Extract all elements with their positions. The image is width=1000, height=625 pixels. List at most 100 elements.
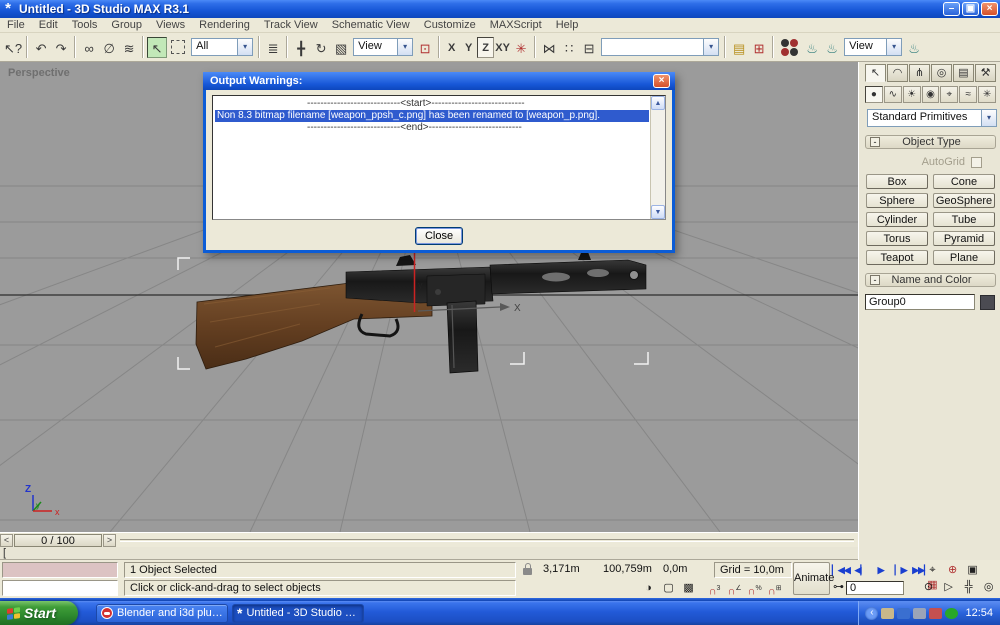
category-spacewarps-icon[interactable]: ≈ — [959, 86, 977, 103]
spinner-snap-icon[interactable]: ∩⊞ — [766, 581, 783, 596]
primitives-category-combo[interactable]: Standard Primitives▾ — [867, 109, 997, 127]
selection-lock-icon[interactable] — [523, 568, 532, 575]
time-slider-track[interactable] — [120, 539, 854, 542]
category-lights-icon[interactable]: ☀ — [903, 86, 921, 103]
list-item[interactable]: ----------------------------<end>-------… — [307, 122, 649, 134]
tab-motion[interactable]: ◎ — [931, 64, 952, 82]
tray-icon-monitor[interactable] — [897, 608, 910, 619]
coord-system-combo[interactable]: View▾ — [353, 38, 413, 56]
render-last-icon[interactable]: ♨ — [904, 37, 924, 58]
quick-render-icon[interactable]: ♨ — [822, 37, 842, 58]
next-frame-icon[interactable]: ▏▶ — [892, 563, 909, 578]
move-icon[interactable]: ╋ — [291, 37, 311, 58]
time-config-icon[interactable]: ⊙ — [920, 580, 937, 595]
select-object-icon[interactable]: ↖ — [147, 37, 167, 58]
bind-spacewarp-icon[interactable]: ≋ — [119, 37, 139, 58]
angle-snap-icon[interactable]: ∩∠ — [726, 581, 743, 596]
collapse-icon[interactable]: - — [870, 137, 880, 147]
restrict-y-button[interactable]: Y — [460, 37, 477, 58]
menu-maxscript[interactable]: MAXScript — [483, 19, 549, 31]
category-cameras-icon[interactable]: ◉ — [922, 86, 940, 103]
region-select-icon[interactable] — [171, 40, 185, 54]
menu-help[interactable]: Help — [549, 19, 586, 31]
object-color-swatch[interactable] — [980, 295, 995, 310]
box-button[interactable]: Box — [866, 174, 928, 189]
cone-button[interactable]: Cone — [933, 174, 995, 189]
track-view-icon[interactable]: ⊞ — [749, 37, 769, 58]
tab-hierarchy[interactable]: ⋔ — [909, 64, 930, 82]
viewport-label[interactable]: Perspective — [8, 67, 70, 79]
frame-forward-button[interactable]: > — [103, 534, 116, 547]
percent-snap-icon[interactable]: ∩% — [746, 581, 763, 596]
tab-create[interactable]: ↖ — [865, 64, 886, 82]
tray-icon-4[interactable] — [929, 608, 942, 619]
tray-chevron-icon[interactable]: ‹ — [865, 607, 878, 620]
minimize-button[interactable]: – — [943, 2, 960, 16]
torus-button[interactable]: Torus — [866, 231, 928, 246]
array-icon[interactable]: ∷ — [559, 37, 579, 58]
help-mode-icon[interactable]: ↖? — [3, 37, 23, 58]
maxscript-listener-white[interactable] — [2, 580, 118, 596]
scroll-down-icon[interactable]: ▼ — [651, 205, 665, 219]
menu-group[interactable]: Group — [104, 19, 149, 31]
crossing-selection-icon[interactable]: ▩ — [680, 581, 697, 596]
undo-icon[interactable]: ↶ — [31, 37, 51, 58]
link-icon[interactable]: ∞ — [79, 37, 99, 58]
align-icon[interactable]: ⊟ — [579, 37, 599, 58]
taskbar-item-3dsmax[interactable]: * Untitled - 3D Studio M... — [232, 604, 364, 623]
teapot-button[interactable]: Teapot — [866, 250, 928, 265]
animate-button[interactable]: Animate — [793, 562, 830, 595]
restrict-x-button[interactable]: X — [443, 37, 460, 58]
tab-modify[interactable]: ◠ — [887, 64, 908, 82]
select-by-name-icon[interactable]: ≣ — [263, 37, 283, 58]
current-frame-field[interactable]: 0 — [846, 581, 904, 595]
scroll-up-icon[interactable]: ▲ — [651, 96, 665, 110]
tray-icon-wireless[interactable] — [945, 608, 958, 619]
pan-icon[interactable]: ╬ — [960, 580, 977, 595]
close-button[interactable]: × — [981, 2, 998, 16]
pivot-center-icon[interactable]: ⊡ — [415, 37, 435, 58]
list-item[interactable]: ----------------------------<start>-----… — [307, 98, 649, 110]
tray-icon-network[interactable] — [913, 608, 926, 619]
menu-rendering[interactable]: Rendering — [192, 19, 257, 31]
menu-track-view[interactable]: Track View — [257, 19, 325, 31]
restrict-z-button[interactable]: Z — [477, 37, 494, 58]
zoom-icon[interactable]: ⌖ — [924, 563, 941, 578]
plane-button[interactable]: Plane — [933, 250, 995, 265]
selection-filter-combo[interactable]: All▾ — [191, 38, 253, 56]
dialog-title-bar[interactable]: Output Warnings: × — [203, 72, 675, 90]
taskbar-item-blender[interactable]: Blender and i3d plugi... — [96, 604, 228, 623]
arc-rotate-icon[interactable]: ◎ — [980, 580, 997, 595]
key-mode-icon[interactable]: ⊶ — [830, 580, 847, 595]
start-button[interactable]: Start — [0, 601, 78, 625]
play-icon[interactable]: ▶ — [872, 563, 889, 578]
restrict-xy-button[interactable]: XY — [494, 37, 511, 58]
menu-customize[interactable]: Customize — [417, 19, 483, 31]
menu-tools[interactable]: Tools — [65, 19, 105, 31]
geosphere-button[interactable]: GeoSphere — [933, 193, 995, 208]
category-geometry-icon[interactable]: ● — [865, 86, 883, 103]
autogrid-checkbox[interactable] — [971, 157, 982, 168]
previous-frame-icon[interactable]: ◀▏ — [852, 563, 869, 578]
name-color-rollout[interactable]: - Name and Color — [865, 273, 996, 287]
frame-back-button[interactable]: < — [0, 534, 13, 547]
track-bar[interactable]: [ — [0, 547, 858, 560]
object-type-rollout[interactable]: - Object Type — [865, 135, 996, 149]
time-slider-thumb[interactable]: 0 / 100 — [14, 534, 102, 547]
snap-toggle-icon[interactable]: ✳ — [511, 37, 531, 58]
menu-schematic-view[interactable]: Schematic View — [325, 19, 417, 31]
zoom-extents-icon[interactable]: ▣ — [964, 563, 981, 578]
restore-button[interactable]: ▣ — [962, 2, 979, 16]
menu-views[interactable]: Views — [149, 19, 192, 31]
window-selection-icon[interactable]: ▢ — [660, 581, 677, 596]
zoom-all-icon[interactable]: ⊕ — [944, 563, 961, 578]
tube-button[interactable]: Tube — [933, 212, 995, 227]
list-item-selected[interactable]: Non 8.3 bitmap filename [weapon_ppsh_c.p… — [215, 110, 649, 122]
menu-edit[interactable]: Edit — [32, 19, 65, 31]
field-of-view-icon[interactable]: ▷ — [940, 580, 957, 595]
rotate-icon[interactable]: ↻ — [311, 37, 331, 58]
category-helpers-icon[interactable]: ⌖ — [940, 86, 958, 103]
goto-start-icon[interactable]: ▏◀◀ — [832, 563, 849, 578]
object-name-input[interactable]: Group0 — [865, 294, 975, 310]
sphere-button[interactable]: Sphere — [866, 193, 928, 208]
